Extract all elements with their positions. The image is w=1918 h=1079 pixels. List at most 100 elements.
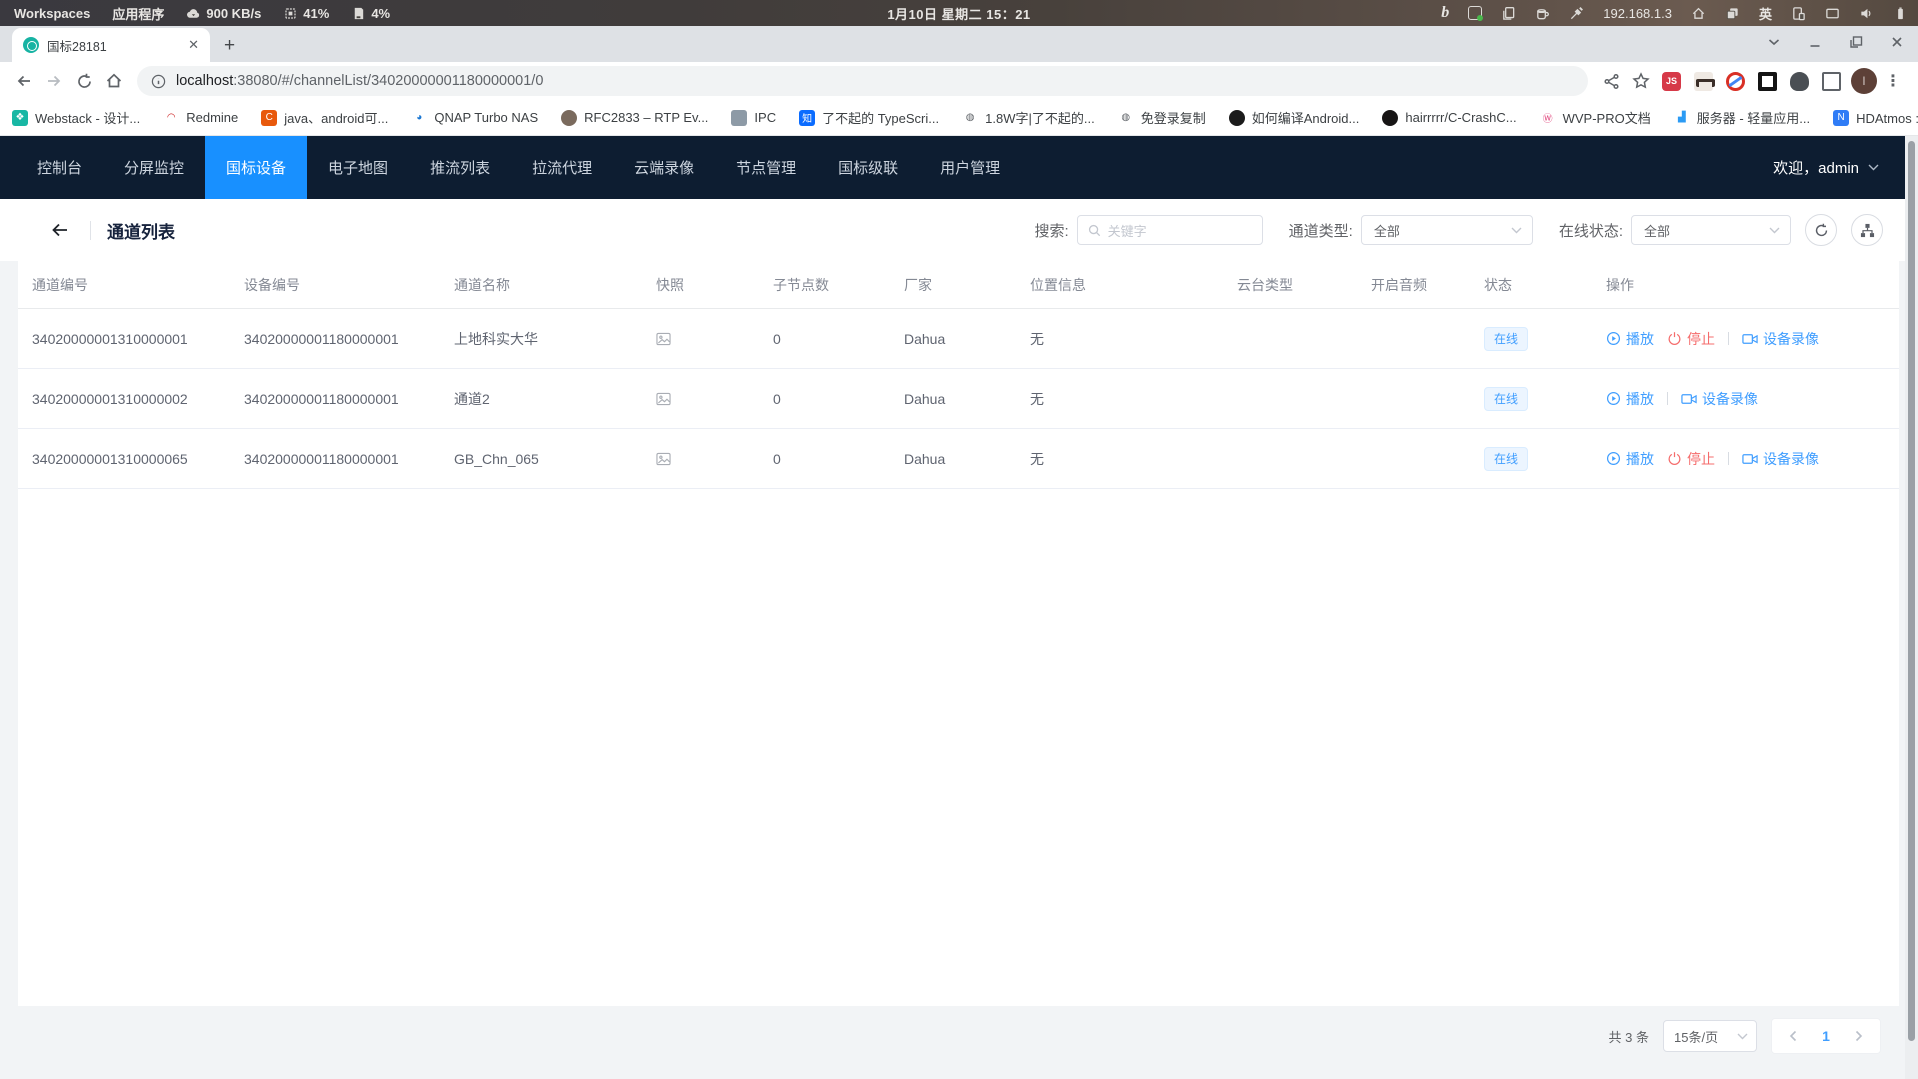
color-picker-tray-icon[interactable]: [1569, 6, 1584, 21]
search-input[interactable]: 关键字: [1077, 215, 1263, 245]
user-menu[interactable]: 欢迎，admin: [1773, 136, 1905, 199]
online-status-select[interactable]: 全部: [1631, 215, 1791, 245]
home-tray-icon[interactable]: [1691, 6, 1706, 21]
cell-children-count: 0: [759, 391, 890, 407]
address-bar[interactable]: localhost:38080/#/channelList/3402000000…: [137, 66, 1588, 96]
redmine-icon: ◠: [163, 110, 179, 126]
bing-tray-icon[interactable]: b: [1441, 4, 1449, 22]
bookmark-qnap[interactable]: ◕QNAP Turbo NAS: [411, 110, 538, 126]
window-minimize-icon[interactable]: [1808, 35, 1822, 49]
nav-item-9[interactable]: 国标级联: [817, 136, 919, 199]
c-lang-icon: C: [261, 110, 277, 126]
nav-item-5[interactable]: 推流列表: [409, 136, 511, 199]
channel-type-select[interactable]: 全部: [1361, 215, 1533, 245]
extension-glasses-icon[interactable]: [1694, 72, 1713, 91]
play-circle-icon: [1606, 331, 1621, 346]
action-play[interactable]: 播放: [1606, 449, 1654, 469]
nav-item-3[interactable]: 国标设备: [205, 136, 307, 199]
action-stop[interactable]: 停止: [1667, 449, 1715, 469]
bookmark-github[interactable]: hairrrrr/C-CrashC...: [1382, 110, 1516, 126]
bookmark-cloud[interactable]: ▟服务器 - 轻量应用...: [1674, 108, 1810, 127]
nav-item-2[interactable]: 分屏监控: [103, 136, 205, 199]
refresh-button[interactable]: [1805, 214, 1837, 246]
profile-avatar[interactable]: l: [1851, 68, 1877, 94]
phone-link-tray-icon[interactable]: [1791, 6, 1806, 21]
extension-js-icon[interactable]: JS: [1662, 72, 1681, 91]
bookmark-globe[interactable]: ◍免登录复制: [1118, 108, 1206, 127]
volume-tray-icon[interactable]: [1859, 6, 1874, 21]
cell-children-count: 0: [759, 451, 890, 467]
display-tray-icon[interactable]: [1825, 6, 1840, 21]
workspaces-button[interactable]: Workspaces: [14, 6, 90, 21]
bookmark-star-icon[interactable]: [1626, 66, 1656, 96]
action-stop[interactable]: 停止: [1667, 329, 1715, 349]
screenshot-tray-icon[interactable]: [1468, 6, 1482, 20]
new-tab-button[interactable]: +: [224, 36, 235, 55]
home-button[interactable]: [99, 66, 129, 96]
tab-close-icon[interactable]: ✕: [185, 37, 202, 53]
cell-device-id: 34020000001180000001: [230, 451, 440, 467]
bookmark-redmine[interactable]: ◠Redmine: [163, 110, 238, 126]
disk-usage-indicator: 4%: [351, 6, 390, 21]
extension-dark-round-icon[interactable]: [1790, 72, 1809, 91]
coffee-tray-icon[interactable]: [1535, 6, 1550, 21]
cell-device-id: 34020000001180000001: [230, 331, 440, 347]
battery-tray-icon[interactable]: [1893, 6, 1908, 21]
bookmark-c-lang[interactable]: Cjava、android可...: [261, 108, 388, 127]
nav-item-7[interactable]: 云端录像: [613, 136, 715, 199]
bookmark-globe[interactable]: ◍1.8W字|了不起的...: [962, 108, 1095, 127]
applications-menu[interactable]: 应用程序: [112, 4, 164, 23]
cell-location: 无: [1016, 329, 1223, 349]
browser-menu-icon[interactable]: ⋮: [1877, 71, 1909, 91]
back-arrow-button[interactable]: [50, 220, 70, 240]
windows-tray-icon[interactable]: [1725, 6, 1740, 21]
snapshot-image-icon: [656, 452, 671, 466]
action-play[interactable]: 播放: [1606, 329, 1654, 349]
current-page[interactable]: 1: [1822, 1028, 1830, 1044]
snapshot-image-icon: [656, 392, 671, 406]
clock[interactable]: 1月10日 星期二 15：21: [887, 4, 1030, 23]
extension-no-entry-icon[interactable]: [1726, 72, 1745, 91]
next-page-button[interactable]: [1854, 1030, 1864, 1042]
back-button[interactable]: [9, 66, 39, 96]
nav-item-8[interactable]: 节点管理: [715, 136, 817, 199]
bookmark-zhihu[interactable]: 知了不起的 TypeScri...: [799, 108, 939, 127]
bookmark-tux[interactable]: 如何编译Android...: [1229, 108, 1360, 127]
bookmark-webstack[interactable]: ❖Webstack - 设计...: [12, 108, 140, 127]
clipboard-tray-icon[interactable]: [1501, 6, 1516, 21]
nav-item-1[interactable]: 控制台: [16, 136, 103, 199]
window-restore-down-icon[interactable]: [1767, 35, 1781, 49]
extension-dark-square-icon[interactable]: [1758, 72, 1777, 91]
extension-frame-icon[interactable]: [1822, 72, 1841, 91]
nav-item-4[interactable]: 电子地图: [307, 136, 409, 199]
ip-address[interactable]: 192.168.1.3: [1603, 6, 1672, 21]
page-size-select[interactable]: 15条/页: [1663, 1020, 1757, 1052]
browser-tab[interactable]: 国标28181 ✕: [12, 28, 210, 62]
window-close-icon[interactable]: [1890, 35, 1904, 49]
prev-page-button[interactable]: [1788, 1030, 1798, 1042]
scrollbar-thumb[interactable]: [1908, 141, 1915, 1041]
bookmark-hdatmos[interactable]: NHDAtmos :: 种子 *...: [1833, 108, 1918, 127]
memory-card-icon: [351, 6, 366, 21]
action-record[interactable]: 设备录像: [1742, 449, 1819, 469]
app-nav-bar: 控制台分屏监控国标设备电子地图推流列表拉流代理云端录像节点管理国标级联用户管理 欢…: [0, 136, 1905, 199]
video-camera-icon: [1742, 452, 1758, 466]
share-icon[interactable]: [1596, 66, 1626, 96]
reload-button[interactable]: [69, 66, 99, 96]
bookmark-photo[interactable]: RFC2833 – RTP Ev...: [561, 110, 708, 126]
table-row-1: 3402000000131000000134020000001180000001…: [18, 309, 1899, 369]
action-record[interactable]: 设备录像: [1681, 389, 1758, 409]
page-scrollbar[interactable]: [1905, 136, 1918, 1079]
forward-button[interactable]: [39, 66, 69, 96]
nav-item-10[interactable]: 用户管理: [919, 136, 1021, 199]
input-method-indicator[interactable]: 英: [1759, 4, 1772, 23]
bookmark-wvp[interactable]: ⓌWVP-PRO文档: [1540, 108, 1651, 127]
bookmark-folder[interactable]: IPC: [731, 110, 776, 126]
window-maximize-icon[interactable]: [1849, 35, 1863, 49]
video-camera-icon: [1742, 332, 1758, 346]
action-record[interactable]: 设备录像: [1742, 329, 1819, 349]
site-info-icon[interactable]: [151, 74, 166, 89]
nav-item-6[interactable]: 拉流代理: [511, 136, 613, 199]
tree-view-button[interactable]: [1851, 214, 1883, 246]
action-play[interactable]: 播放: [1606, 389, 1654, 409]
